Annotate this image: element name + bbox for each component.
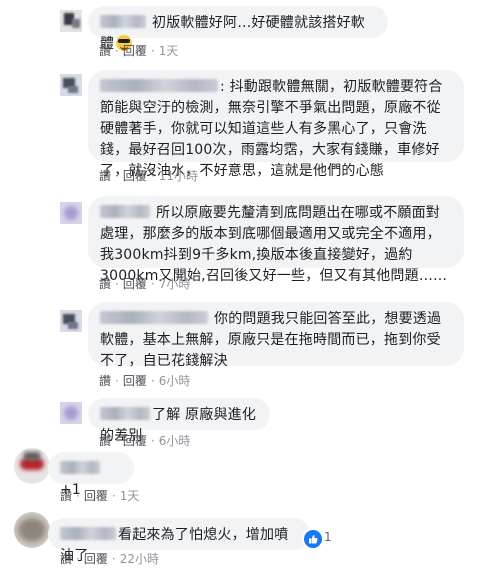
timestamp[interactable]: 1天 (120, 489, 140, 503)
avatar[interactable] (60, 402, 82, 424)
comment-bubble: 初版軟體好阿…好硬體就該搭好軟體 (88, 6, 388, 52)
comment-bubble: +1 (48, 452, 134, 498)
avatar[interactable] (60, 10, 82, 32)
reply-link[interactable]: 回覆 (123, 44, 147, 58)
avatar[interactable] (60, 310, 82, 332)
commenter-name[interactable] (60, 527, 116, 540)
avatar[interactable] (60, 74, 82, 96)
reaction-count[interactable]: 1 (324, 530, 332, 544)
commenter-name[interactable] (100, 15, 146, 28)
timestamp[interactable]: 7小時 (159, 277, 191, 291)
comment-bubble: : 抖動跟軟體無關，初版軟體要符合節能與空汙的檢測，無奈引擎不爭氣出問題，原廠不… (88, 70, 464, 179)
commenter-name[interactable] (60, 461, 100, 474)
timestamp[interactable]: 22小時 (120, 552, 159, 566)
comment-bubble: 所以原廠要先釐清到底問題出在哪或不願面對處理，那麼多的版本到底哪個最適用又或完全… (88, 196, 464, 284)
commenter-name[interactable] (100, 79, 218, 92)
like-link[interactable]: 讚 (99, 277, 111, 291)
reply-link[interactable]: 回覆 (123, 434, 147, 448)
like-reaction-icon[interactable] (302, 528, 324, 550)
comment-bubble: 你的問題我只能回答至此，想要透過軟體，基本上無解，原廠只是在拖時間而已，拖到你受… (88, 302, 464, 369)
timestamp[interactable]: 6小時 (159, 374, 191, 388)
reply-link[interactable]: 回覆 (123, 277, 147, 291)
avatar[interactable] (14, 512, 50, 548)
like-link[interactable]: 讚 (99, 434, 111, 448)
reply-link[interactable]: 回覆 (84, 552, 108, 566)
comment-bubble: 看起來為了怕熄火，增加噴油了 (48, 518, 310, 564)
reply-link[interactable]: 回覆 (84, 489, 108, 503)
avatar[interactable] (60, 202, 82, 224)
commenter-name[interactable] (100, 407, 150, 420)
like-link[interactable]: 讚 (60, 552, 72, 566)
commenter-name[interactable] (100, 311, 208, 324)
like-link[interactable]: 讚 (99, 44, 111, 58)
timestamp[interactable]: 6小時 (159, 434, 191, 448)
comment-text: : 抖動跟軟體無關，初版軟體要符合節能與空汙的檢測，無奈引擎不爭氣出問題，原廠不… (100, 79, 443, 179)
like-link[interactable]: 讚 (99, 374, 111, 388)
comment-bubble: 了解 原廠與進化的差別 (88, 398, 270, 444)
like-link[interactable]: 讚 (60, 489, 72, 503)
avatar[interactable] (14, 448, 50, 484)
reply-link[interactable]: 回覆 (123, 374, 147, 388)
reply-link[interactable]: 回覆 (123, 169, 147, 183)
like-link[interactable]: 讚 (99, 169, 111, 183)
timestamp[interactable]: 1天 (159, 44, 179, 58)
commenter-name[interactable] (100, 205, 150, 218)
timestamp[interactable]: 11小時 (159, 169, 198, 183)
comment-text: 所以原廠要先釐清到底問題出在哪或不願面對處理，那麼多的版本到底哪個最適用又或完全… (100, 205, 448, 284)
